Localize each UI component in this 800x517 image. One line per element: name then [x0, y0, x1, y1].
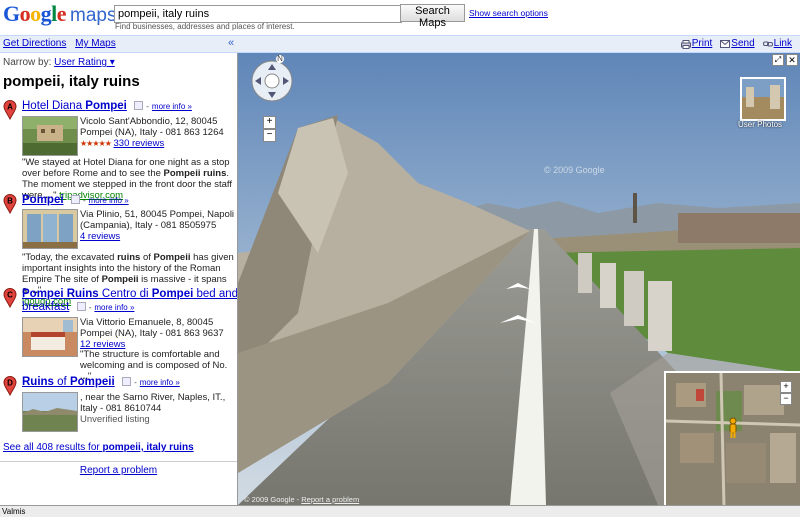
svg-text:C: C — [7, 291, 13, 300]
more-info-link[interactable]: more info » — [89, 196, 129, 205]
streetview-mini-icon[interactable] — [134, 101, 144, 111]
bed-and-breakfast-thumbnail[interactable] — [22, 317, 78, 357]
user-photos-thumbnail[interactable] — [740, 77, 786, 121]
search-input[interactable] — [114, 5, 402, 23]
map-copyright: © 2009 Google - Report a problem — [244, 495, 360, 504]
get-directions-link[interactable]: Get Directions — [3, 38, 66, 49]
header: Google maps Find businesses, addresses a… — [0, 0, 800, 34]
more-info-link[interactable]: more info » — [94, 303, 134, 312]
svg-text:A: A — [7, 103, 13, 112]
zoom-out-button[interactable]: − — [263, 129, 276, 142]
map-marker-a-icon[interactable]: A — [3, 100, 17, 120]
reviews-link[interactable]: 330 reviews — [114, 138, 165, 149]
narrow-by-label: Narrow by: — [3, 57, 52, 68]
more-info-link[interactable]: more info » — [152, 102, 192, 111]
link-button[interactable]: Link — [762, 38, 792, 49]
narrow-by: Narrow by: User Rating ▾ — [3, 57, 115, 68]
result-b-address: Via Plinio, 51, 80045 Pompei, Napoli (Ca… — [80, 209, 235, 242]
reviews-link[interactable]: 4 reviews — [80, 231, 120, 242]
ruins-of-pompeii-thumbnail[interactable] — [22, 392, 78, 432]
streetview-mini-icon[interactable] — [76, 302, 86, 312]
print-button[interactable]: Print — [680, 38, 713, 49]
toolbar: Get Directions My Maps « Print Send Link — [0, 35, 800, 53]
map-watermark: © 2009 Google — [544, 165, 605, 175]
browser-status-bar: Valmis — [0, 505, 800, 517]
map-report-problem-link[interactable]: Report a problem — [301, 495, 359, 504]
see-all-results-link[interactable]: See all 408 results for pompeii, italy r… — [3, 442, 194, 453]
print-label: Print — [691, 38, 713, 49]
result-a-address: Vicolo Sant'Abbondio, 12, 80045 Pompei (… — [80, 116, 224, 149]
send-button[interactable]: Send — [720, 38, 755, 49]
link-label: Link — [773, 38, 792, 49]
streetview-mini-icon[interactable] — [121, 377, 131, 387]
show-search-options-link[interactable]: Show search options — [469, 8, 548, 18]
streetview-mini-icon[interactable] — [70, 195, 80, 205]
map-marker-b-icon[interactable]: B — [3, 194, 17, 214]
expand-icon[interactable]: ⤢ — [772, 54, 784, 66]
search-hint: Find businesses, addresses and places of… — [115, 22, 295, 31]
svg-text:D: D — [7, 379, 13, 388]
print-icon — [680, 39, 691, 49]
minimap-zoom-in-button[interactable]: + — [780, 381, 792, 393]
pompei-thumbnail[interactable] — [22, 209, 78, 249]
pegman-icon[interactable] — [728, 417, 738, 439]
result-a-title[interactable]: Hotel Diana Pompei - more info » — [22, 100, 192, 112]
search-maps-button[interactable]: Search Maps — [400, 4, 465, 29]
rating-stars: ★★★★★ — [80, 139, 112, 148]
envelope-icon — [720, 39, 731, 48]
collapse-panel-button[interactable]: « — [228, 37, 234, 49]
result-b-title[interactable]: Pompei - more info » — [22, 194, 129, 206]
panel-divider — [0, 461, 237, 462]
svg-text:B: B — [7, 197, 13, 206]
close-icon[interactable]: ✕ — [786, 54, 798, 66]
zoom-in-button[interactable]: + — [263, 116, 276, 129]
map-marker-d-icon[interactable]: D — [3, 376, 17, 396]
result-c-title[interactable]: Pompei Ruins Centro di Pompei bed and br… — [22, 288, 237, 314]
user-photos-label: User Photos — [738, 120, 783, 129]
hotel-diana-thumbnail[interactable] — [22, 116, 78, 156]
more-info-link[interactable]: more info » — [140, 378, 180, 387]
result-d-address: , near the Sarno River, Naples, IT., Ita… — [80, 392, 235, 425]
minimap-zoom-out-button[interactable]: − — [780, 393, 792, 405]
google-maps-logo[interactable]: Google maps — [3, 1, 117, 26]
unverified-listing: Unverified listing — [80, 414, 150, 425]
send-label: Send — [731, 38, 755, 49]
maps-wordmark: maps — [70, 5, 117, 26]
google-wordmark: Google — [3, 1, 67, 26]
result-d-title[interactable]: Ruins of Pompeii - more info » — [22, 376, 180, 388]
report-a-problem-link[interactable]: Report a problem — [80, 465, 157, 476]
chain-link-icon — [762, 40, 773, 48]
map-marker-c-icon[interactable]: C — [3, 288, 17, 308]
pan-control[interactable] — [250, 59, 294, 103]
street-view-panorama[interactable]: © 2009 Google N + − ⤢ ✕ User Photos + − … — [238, 53, 800, 505]
user-rating-dropdown[interactable]: User Rating ▾ — [54, 57, 115, 68]
compass-north-icon[interactable]: N — [276, 55, 284, 63]
my-maps-link[interactable]: My Maps — [75, 38, 116, 49]
result-c-address: Via Vittorio Emanuele, 8, 80045 Pompei (… — [80, 317, 224, 350]
query-heading: pompeii, italy ruins — [3, 73, 140, 90]
results-panel: Narrow by: User Rating ▾ pompeii, italy … — [0, 53, 238, 505]
